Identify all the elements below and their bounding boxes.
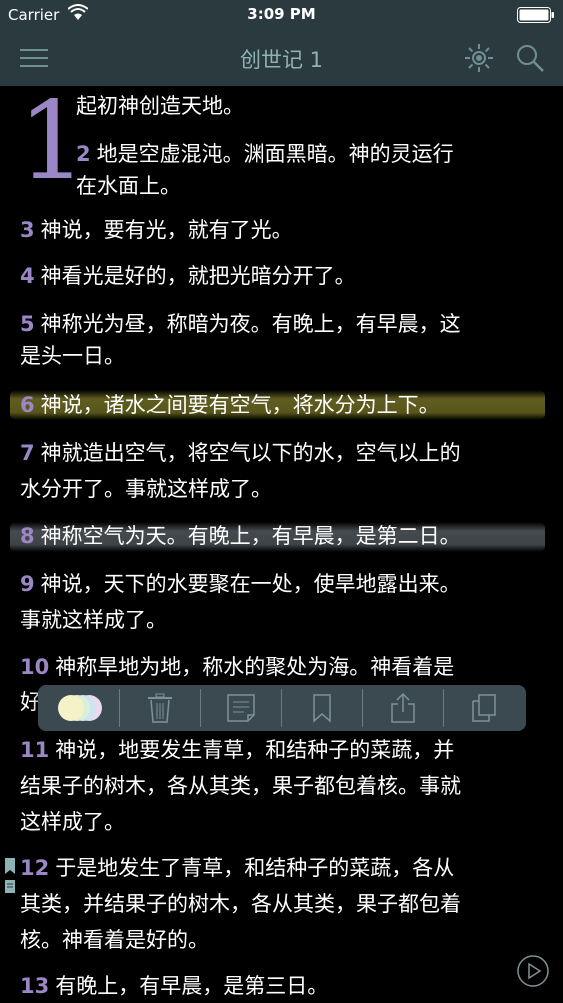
verse-text: 神称光为昼，称暗为夜。有晚上，有早晨，这 bbox=[40, 312, 461, 336]
nav-bar: 创世记 1 bbox=[0, 30, 563, 86]
verse-line[interactable]: 5 神称光为昼，称暗为夜。有晚上，有早晨，这 bbox=[20, 308, 461, 341]
delete-highlight-button[interactable] bbox=[120, 685, 200, 731]
verse-number: 12 bbox=[20, 856, 50, 880]
verse-number: 5 bbox=[20, 312, 35, 336]
verse-text: 水分开了。事就这样成了。 bbox=[20, 477, 272, 501]
verse-line[interactable]: 是头一日。 bbox=[20, 340, 125, 373]
status-time: 3:09 PM bbox=[247, 5, 316, 23]
verse-line[interactable]: 8 神称空气为天。有晚上，有早晨，是第二日。 bbox=[20, 520, 461, 553]
verse-text: 在水面上。 bbox=[76, 174, 181, 198]
verse-text: 是头一日。 bbox=[20, 344, 125, 368]
verse-text: 有晚上，有早晨，是第三日。 bbox=[55, 974, 329, 998]
verse-line[interactable]: 2 地是空虚混沌。渊面黑暗。神的灵运行 bbox=[76, 138, 454, 171]
verse-number: 13 bbox=[20, 974, 50, 998]
verse-number: 7 bbox=[20, 441, 35, 465]
bookmark-marker-icon[interactable] bbox=[4, 856, 16, 896]
verse-number: 4 bbox=[20, 264, 35, 288]
verse-line[interactable]: 9 神说，天下的水要聚在一处，使旱地露出来。 bbox=[20, 568, 461, 601]
color-button[interactable] bbox=[48, 685, 114, 731]
verse-line[interactable]: 事就这样成了。 bbox=[20, 604, 167, 637]
copy-button[interactable] bbox=[444, 685, 524, 731]
verse-text: 核。神看着是好的。 bbox=[20, 928, 209, 952]
verse-line[interactable]: 核。神看着是好的。 bbox=[20, 924, 209, 957]
play-icon[interactable] bbox=[516, 954, 550, 988]
verse-line[interactable]: 这样成了。 bbox=[20, 806, 125, 839]
brightness-icon[interactable] bbox=[463, 42, 495, 74]
verse-text: 起初神创造天地。 bbox=[76, 94, 244, 118]
bookmark-icon bbox=[313, 694, 331, 723]
verse-text: 事就这样成了。 bbox=[20, 608, 167, 632]
verse-number: 8 bbox=[20, 524, 35, 548]
verse-text: 结果子的树木，各从其类，果子都包着核。事就 bbox=[20, 774, 461, 798]
verse-text: 神就造出空气，将空气以下的水，空气以上的 bbox=[40, 441, 461, 465]
battery-icon bbox=[517, 7, 554, 23]
verse-line[interactable]: 12 于是地发生了青草，和结种子的菜蔬，各从 bbox=[20, 852, 454, 885]
verse-line[interactable]: 其类，并结果子的树木，各从其类，果子都包着 bbox=[20, 888, 461, 921]
verse-text: 神称旱地为地，称水的聚处为海。神看着是 bbox=[55, 655, 455, 679]
note-icon bbox=[227, 694, 255, 722]
verse-text: 神说，天下的水要聚在一处，使旱地露出来。 bbox=[40, 572, 461, 596]
add-note-button[interactable] bbox=[201, 685, 281, 731]
verse-text: 于是地发生了青草，和结种子的菜蔬，各从 bbox=[55, 856, 455, 880]
verse-line[interactable]: 4 神看光是好的，就把光暗分开了。 bbox=[20, 260, 356, 293]
copy-icon bbox=[472, 694, 496, 722]
verse-number: 11 bbox=[20, 738, 50, 762]
verse-line[interactable]: 在水面上。 bbox=[76, 170, 181, 203]
bookmark-button[interactable] bbox=[282, 685, 362, 731]
verse-text: 地是空虚混沌。渊面黑暗。神的灵运行 bbox=[96, 142, 454, 166]
verse-text: 这样成了。 bbox=[20, 810, 125, 834]
verse-line[interactable]: 11 神说，地要发生青草，和结种子的菜蔬，并 bbox=[20, 734, 454, 767]
verse-number: 6 bbox=[20, 393, 35, 417]
verse-line[interactable]: 6 神说，诸水之间要有空气，将水分为上下。 bbox=[20, 389, 440, 422]
verse-line[interactable]: 起初神创造天地。 bbox=[76, 90, 244, 123]
search-icon[interactable] bbox=[514, 42, 546, 74]
verse-text: 神看光是好的，就把光暗分开了。 bbox=[40, 264, 356, 288]
verse-number: 10 bbox=[20, 655, 50, 679]
verse-action-toolbar bbox=[38, 685, 526, 731]
verse-number: 3 bbox=[20, 218, 35, 242]
verse-text: 神说，诸水之间要有空气，将水分为上下。 bbox=[40, 393, 440, 417]
verse-text: 其类，并结果子的树木，各从其类，果子都包着 bbox=[20, 892, 461, 916]
verse-line[interactable]: 3 神说，要有光，就有了光。 bbox=[20, 214, 293, 247]
share-button[interactable] bbox=[363, 685, 443, 731]
verse-number: 9 bbox=[20, 572, 35, 596]
verse-number: 2 bbox=[76, 142, 91, 166]
share-icon bbox=[391, 692, 415, 723]
verse-line[interactable]: 水分开了。事就这样成了。 bbox=[20, 473, 272, 506]
verse-line[interactable]: 13 有晚上，有早晨，是第三日。 bbox=[20, 970, 328, 1003]
verse-text: 神说，要有光，就有了光。 bbox=[40, 218, 293, 242]
verse-line[interactable]: 10 神称旱地为地，称水的聚处为海。神看着是 bbox=[20, 651, 454, 684]
verse-text: 神称空气为天。有晚上，有早晨，是第二日。 bbox=[40, 524, 461, 548]
trash-icon bbox=[148, 693, 172, 723]
verse-text: 神说，地要发生青草，和结种子的菜蔬，并 bbox=[55, 738, 455, 762]
chapter-content[interactable]: 1 起初神创造天地。 2 地是空虚混沌。渊面黑暗。神的灵运行 在水面上。 3 神说，… bbox=[0, 86, 563, 1000]
verse-line[interactable]: 结果子的树木，各从其类，果子都包着核。事就 bbox=[20, 770, 461, 803]
verse-line[interactable]: 7 神就造出空气，将空气以下的水，空气以上的 bbox=[20, 437, 461, 470]
color-picker-icon bbox=[58, 695, 102, 721]
status-bar: Carrier 3:09 PM bbox=[0, 0, 563, 30]
